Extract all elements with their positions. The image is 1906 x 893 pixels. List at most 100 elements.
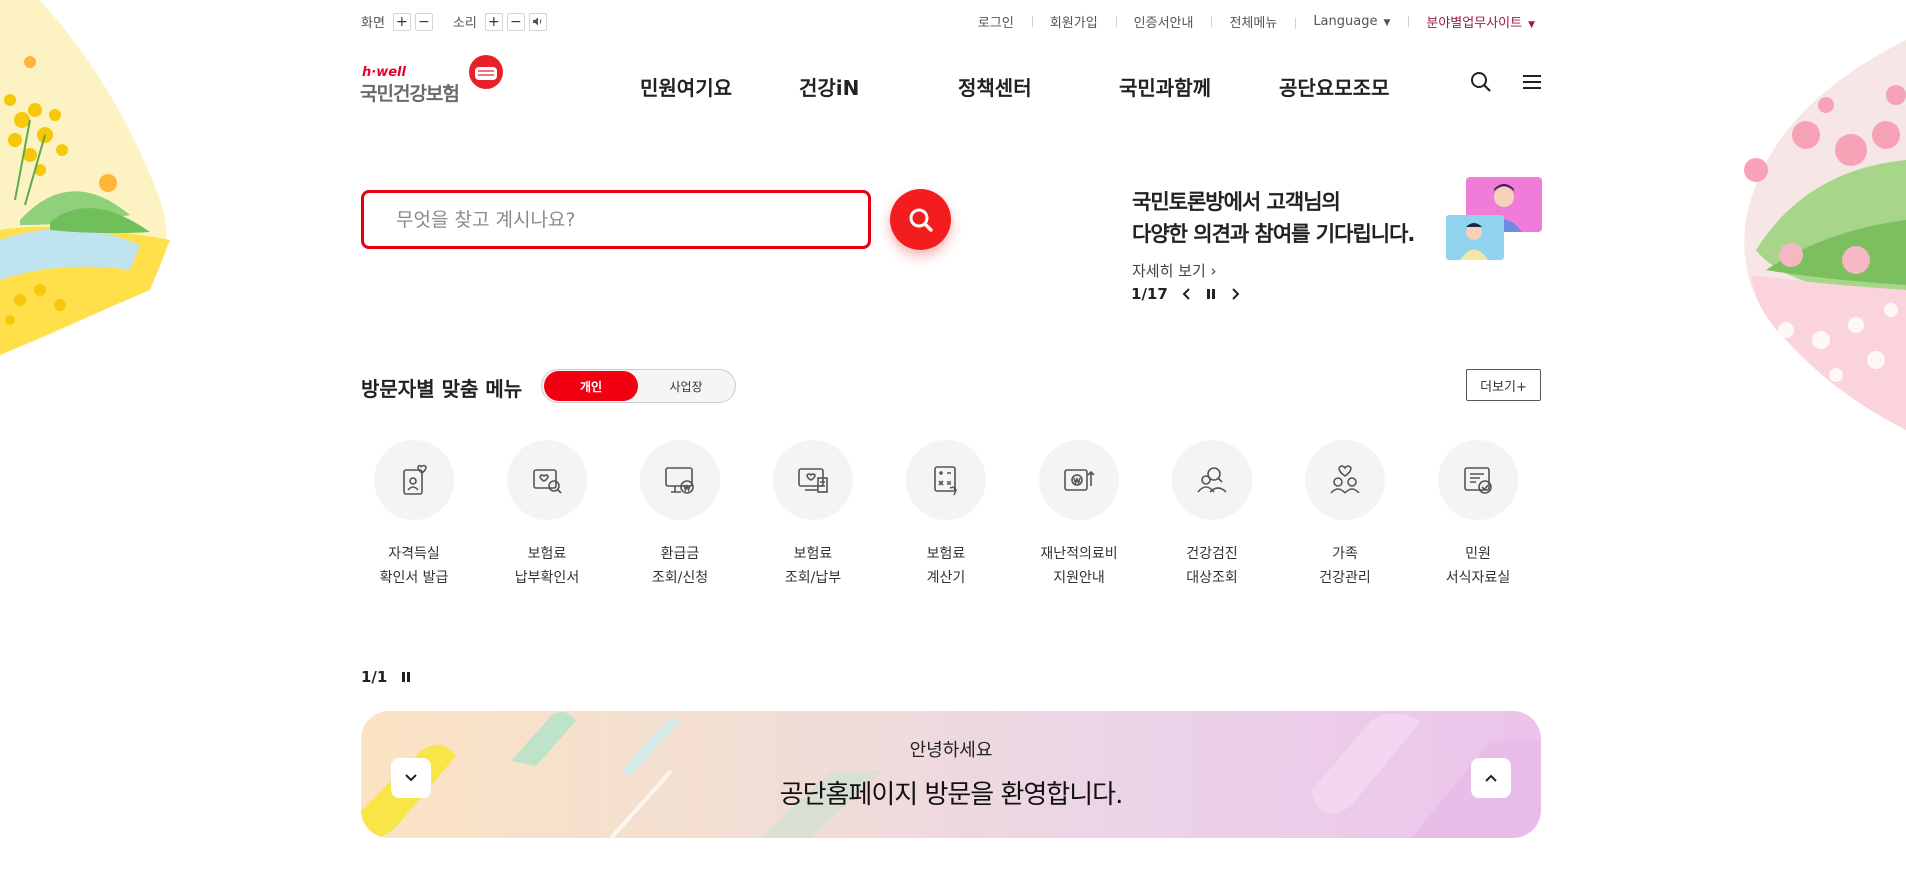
nav-health-in[interactable]: 건강iN	[799, 72, 859, 101]
sound-control: 소리 + −	[453, 12, 551, 31]
screen-zoom-in-button[interactable]: +	[392, 12, 411, 31]
visitor-menu-title: 방문자별 맞춤 메뉴	[361, 377, 523, 401]
document-search-icon	[533, 469, 562, 494]
promo-more-label: 자세히 보기	[1132, 262, 1206, 280]
sound-down-button[interactable]: −	[506, 12, 525, 31]
pause-icon	[1206, 289, 1215, 299]
quick-menu-label-2: 확인서 발급	[379, 570, 449, 586]
language-label: Language	[1313, 14, 1378, 29]
pause-icon	[402, 672, 411, 682]
quick-menu-item[interactable]: 민원서식자료실	[1428, 440, 1528, 590]
visitor-menu-more-button[interactable]: 더보기+	[1466, 369, 1541, 401]
nav-civil-service[interactable]: 민원여기요	[640, 72, 732, 101]
promo-pager: 1/17	[1131, 285, 1240, 303]
monitor-receipt-icon	[798, 468, 828, 493]
language-select[interactable]: Language ▼	[1295, 14, 1408, 29]
quick-menu-item[interactable]: 환급금조회/신청	[630, 440, 730, 590]
wallet-won-icon	[1064, 469, 1095, 491]
quick-menu-label-2: 납부확인서	[514, 570, 580, 586]
banner-welcome-message: 공단홈페이지 방문을 환영합니다.	[779, 780, 1124, 810]
search-button[interactable]	[890, 189, 951, 250]
sound-label: 소리	[452, 16, 477, 31]
hamburger-menu-icon[interactable]	[1520, 70, 1544, 94]
visitor-type-toggle: 개인 사업장	[541, 369, 736, 403]
speaker-icon[interactable]	[528, 12, 547, 31]
quick-menu-label-1: 건강검진	[1186, 546, 1238, 562]
promo-line-2: 다양한 의견과 참여를 기다립니다.	[1132, 222, 1415, 246]
family-heart-icon	[1330, 465, 1360, 494]
banner-expand-button[interactable]	[391, 758, 431, 798]
nav-policy-center[interactable]: 정책센터	[958, 72, 1032, 101]
sound-up-button[interactable]: +	[484, 12, 503, 31]
quick-menu-label-1: 환급금	[660, 546, 700, 562]
promo-page-current: 1	[1131, 285, 1142, 303]
chevron-down-icon	[405, 774, 417, 782]
quick-menu-label-1: 가족	[1332, 546, 1358, 562]
promo-line-1: 국민토론방에서 고객님의	[1132, 190, 1341, 214]
calculator-hand-icon	[934, 466, 957, 496]
quick-menu-label-2: 지원안내	[1053, 570, 1105, 586]
spring-flower-illustration-left	[0, 0, 170, 355]
search-field	[361, 190, 871, 249]
related-sites-select[interactable]: 분야별업무사이트 ▼	[1408, 12, 1541, 31]
visitor-menu-page-indicator: 1/1	[361, 668, 388, 686]
quick-menu-label-2: 대상조회	[1186, 570, 1238, 586]
monitor-won-icon	[665, 467, 694, 494]
quick-menu-label-2: 조회/납부	[784, 570, 842, 586]
spring-blossom-illustration-right	[1744, 40, 1906, 430]
video-call-illustration	[1446, 177, 1542, 260]
full-menu-link[interactable]: 전체메뉴	[1211, 12, 1295, 31]
login-link[interactable]: 로그인	[960, 12, 1032, 31]
caret-down-icon: ▼	[1528, 20, 1535, 30]
quick-menu-item[interactable]: 보험료계산기	[896, 440, 996, 590]
screen-zoom-out-button[interactable]: −	[414, 12, 433, 31]
form-check-icon	[1464, 467, 1492, 494]
quick-menu-item[interactable]: 가족건강관리	[1295, 440, 1395, 590]
chevron-right-icon	[1232, 288, 1240, 300]
tab-individual[interactable]: 개인	[544, 371, 638, 401]
promo-title: 국민토론방에서 고객님의 다양한 의견과 참여를 기다립니다.	[1132, 186, 1415, 250]
quick-menu-label-1: 민원	[1465, 546, 1491, 562]
signup-link[interactable]: 회원가입	[1031, 12, 1116, 31]
search-icon[interactable]	[1469, 70, 1493, 94]
nav-about-corporation[interactable]: 공단요모조모	[1279, 72, 1389, 101]
chevron-left-icon	[1182, 288, 1190, 300]
utility-links: 로그인 회원가입 인증서안내 전체메뉴 Language ▼ 분야별업무사이트 ▼	[960, 12, 1541, 31]
quick-menu-label-2: 서식자료실	[1445, 570, 1511, 586]
people-search-icon	[1197, 467, 1227, 493]
chevron-right-icon: ›	[1205, 262, 1217, 280]
screen-zoom-label: 화면	[361, 16, 385, 31]
certificate-guide-link[interactable]: 인증서안내	[1115, 12, 1212, 31]
visitor-menu-pager: 1/1	[361, 668, 411, 686]
promo-prev-button[interactable]	[1182, 288, 1192, 300]
tab-business[interactable]: 사업장	[638, 371, 734, 401]
banner-greeting: 안녕하세요	[909, 740, 993, 761]
promo-page-total: 17	[1146, 285, 1168, 303]
quick-menu-label-1: 보험료	[527, 546, 567, 562]
screen-zoom-control: 화면 + −	[361, 12, 437, 31]
promo-pause-button[interactable]	[1206, 288, 1216, 300]
id-card-heart-icon	[403, 464, 427, 495]
main-navigation: 민원여기요 건강iN 정책센터 국민과함께 공단요모조모	[0, 72, 1906, 100]
quick-menu-item[interactable]: 재난적의료비 지원안내	[1029, 440, 1129, 590]
visitor-menu-pause-button[interactable]	[401, 671, 411, 683]
search-icon	[909, 208, 933, 232]
quick-menu-label-1: 보험료	[793, 546, 833, 562]
quick-menu-item[interactable]: 자격득실확인서 발급	[364, 440, 464, 590]
promo-next-button[interactable]	[1230, 288, 1240, 300]
quick-menu-item[interactable]: 건강검진대상조회	[1162, 440, 1262, 590]
quick-menu-item[interactable]: 보험료납부확인서	[497, 440, 597, 590]
quick-menu-label-1: 보험료	[926, 546, 966, 562]
banner-collapse-button[interactable]	[1471, 758, 1511, 798]
related-sites-label: 분야별업무사이트	[1426, 16, 1523, 31]
utility-bar: 화면 + − 소리 + − 로그인 회원가입 인증서안내 전체메뉴 Langua…	[361, 12, 1541, 34]
quick-menu-label-2: 조회/신청	[651, 570, 709, 586]
quick-menu-label-1: 자격득실	[388, 546, 440, 562]
chevron-up-icon	[1485, 774, 1497, 782]
quick-menu-label-2: 건강관리	[1319, 570, 1371, 586]
search-input[interactable]	[396, 208, 868, 231]
quick-menu-label-2: 계산기	[926, 570, 966, 586]
promo-more-link[interactable]: 자세히 보기 ›	[1132, 260, 1217, 281]
quick-menu-item[interactable]: 보험료조회/납부	[763, 440, 863, 590]
nav-with-citizens[interactable]: 국민과함께	[1119, 72, 1211, 101]
